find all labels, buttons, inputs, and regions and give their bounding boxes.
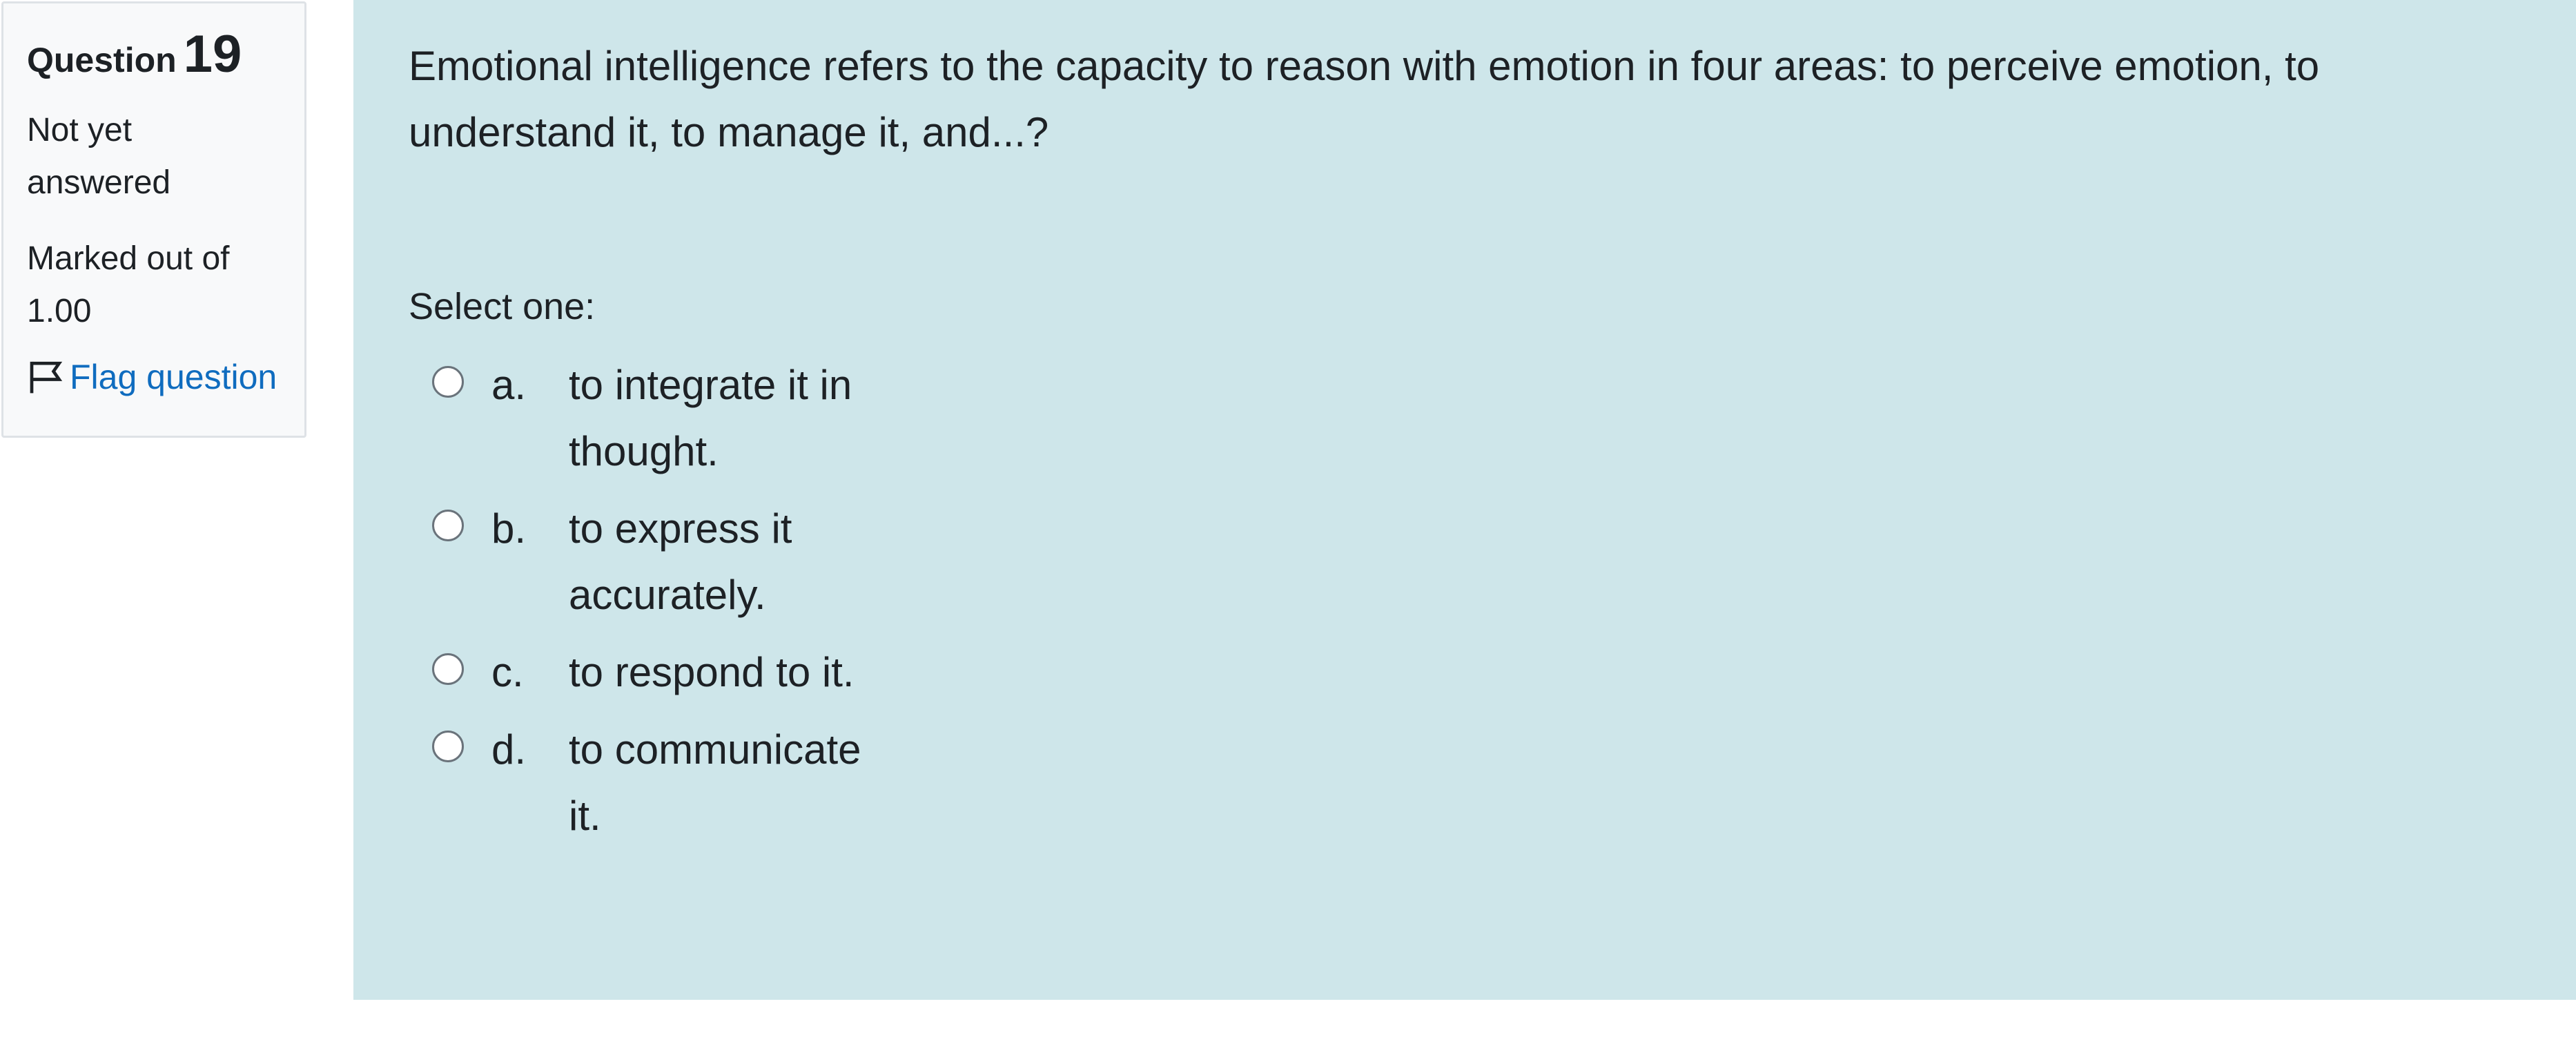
flag-question-label[interactable]: Flag question (70, 357, 277, 397)
answer-text[interactable]: to integrate it in thought. (569, 352, 900, 485)
answer-text[interactable]: to respond to it. (569, 639, 900, 706)
radio-button-d[interactable] (432, 731, 464, 762)
question-word: Question (27, 41, 177, 79)
quiz-page: Question 19 Not yet answered Marked out o… (0, 0, 2576, 1044)
answer-letter: b. (491, 505, 527, 552)
question-number-heading: Question 19 (27, 28, 304, 81)
answer-letter: a. (491, 362, 527, 408)
answer-text[interactable]: to communicate it. (569, 717, 900, 849)
question-info-box: Question 19 Not yet answered Marked out o… (1, 1, 306, 438)
answer-letter: d. (491, 726, 527, 773)
question-number: 19 (183, 25, 242, 84)
answer-option-a[interactable]: a. to integrate it in thought. (432, 352, 2514, 485)
answer-option-b[interactable]: b. to express it accurately. (432, 496, 2514, 628)
answer-letter: c. (491, 649, 524, 695)
flag-icon (30, 361, 63, 394)
answer-option-d[interactable]: d. to communicate it. (432, 717, 2514, 849)
flag-question-link[interactable]: Flag question (27, 357, 304, 397)
max-grade: Marked out of 1.00 (27, 240, 230, 329)
radio-button-c[interactable] (432, 653, 464, 685)
radio-button-b[interactable] (432, 510, 464, 541)
answer-text[interactable]: to express it accurately. (569, 496, 900, 628)
radio-button-a[interactable] (432, 366, 464, 398)
select-one-prompt: Select one: (409, 286, 596, 327)
answer-state: Not yet answered (27, 112, 171, 201)
question-content-panel: Emotional intelligence refers to the cap… (353, 0, 2576, 1000)
answer-options: a. to integrate it in thought. b. to exp… (409, 352, 2514, 849)
question-text: Emotional intelligence refers to the cap… (409, 43, 2320, 155)
answer-option-c[interactable]: c. to respond to it. (432, 639, 2514, 706)
